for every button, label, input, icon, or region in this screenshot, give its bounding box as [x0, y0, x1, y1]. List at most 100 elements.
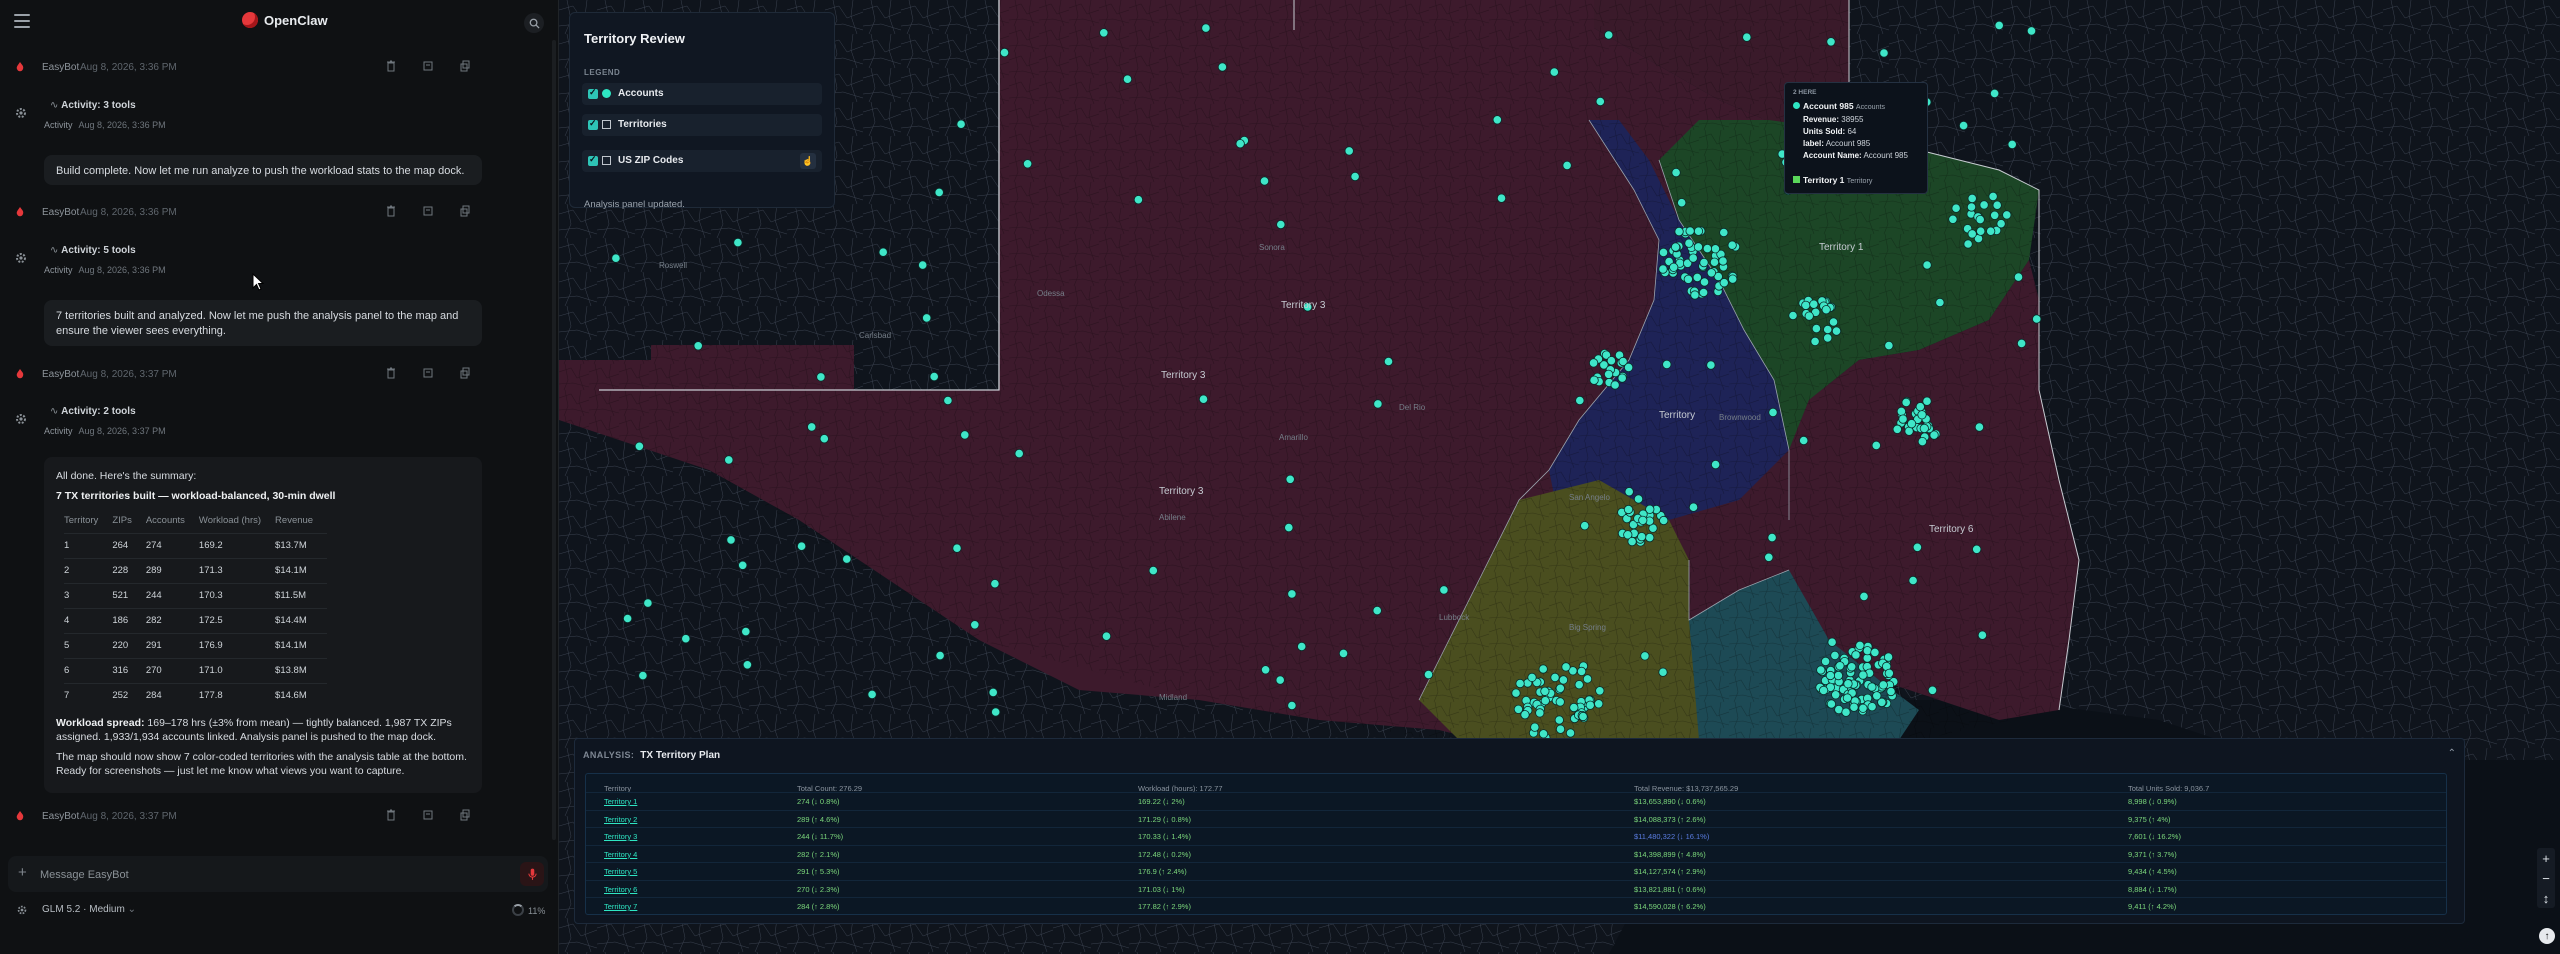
- account-dot[interactable]: [1884, 340, 1894, 351]
- account-dot[interactable]: [1624, 362, 1634, 372]
- account-dot[interactable]: [2032, 314, 2042, 324]
- account-dot[interactable]: [1867, 702, 1877, 712]
- copy-icon[interactable]: [460, 205, 470, 217]
- account-dot[interactable]: [1819, 685, 1829, 696]
- message-input[interactable]: [38, 865, 482, 885]
- compass-icon[interactable]: ↑: [2539, 928, 2555, 944]
- account-dot[interactable]: [1338, 648, 1349, 659]
- account-dot[interactable]: [1702, 244, 1713, 254]
- account-dot[interactable]: [1699, 257, 1709, 268]
- account-dot[interactable]: [1742, 32, 1752, 42]
- account-dot[interactable]: [918, 260, 928, 270]
- account-dot[interactable]: [1821, 656, 1831, 667]
- account-dot[interactable]: [1589, 375, 1599, 385]
- account-dot[interactable]: [1688, 502, 1699, 512]
- menu-icon[interactable]: [14, 14, 30, 28]
- account-dot[interactable]: [1842, 693, 1853, 703]
- account-dot[interactable]: [1099, 28, 1109, 38]
- account-dot[interactable]: [1878, 680, 1888, 690]
- account-dot[interactable]: [1693, 242, 1704, 252]
- account-dot[interactable]: [1919, 423, 1929, 433]
- activity-toggle[interactable]: Activity: 2 tools: [50, 406, 135, 417]
- account-dot[interactable]: [1538, 664, 1548, 674]
- account-dot[interactable]: [1990, 88, 2000, 99]
- account-dot[interactable]: [991, 707, 1001, 717]
- layer-territories[interactable]: Territories: [582, 114, 822, 136]
- account-dot[interactable]: [1627, 536, 1637, 547]
- account-dot[interactable]: [819, 434, 829, 444]
- account-dot[interactable]: [1595, 96, 1605, 107]
- account-dot[interactable]: [1831, 690, 1841, 700]
- account-dot[interactable]: [867, 689, 877, 700]
- account-dot[interactable]: [1990, 210, 2000, 220]
- account-dot[interactable]: [1835, 661, 1845, 671]
- account-dot[interactable]: [1217, 62, 1228, 72]
- account-dot[interactable]: [1883, 652, 1894, 662]
- account-dot[interactable]: [1284, 522, 1294, 533]
- account-dot[interactable]: [1727, 240, 1737, 250]
- account-dot[interactable]: [1527, 672, 1537, 683]
- territory-link[interactable]: Territory 3: [604, 832, 637, 841]
- account-dot[interactable]: [726, 535, 736, 545]
- account-dot[interactable]: [1967, 229, 1977, 239]
- account-dot[interactable]: [1260, 665, 1271, 675]
- account-dot[interactable]: [1917, 436, 1928, 447]
- map-view[interactable]: Territory 3 Territory 3 Territory 3 Territo…: [559, 0, 2560, 954]
- account-dot[interactable]: [1907, 419, 1917, 429]
- account-dot[interactable]: [1515, 678, 1525, 689]
- account-dot[interactable]: [1966, 202, 1977, 212]
- account-dot[interactable]: [1677, 198, 1687, 208]
- account-dot[interactable]: [1711, 459, 1721, 470]
- account-dot[interactable]: [2017, 338, 2027, 348]
- account-dot[interactable]: [807, 422, 817, 432]
- account-dot[interactable]: [1951, 203, 1961, 213]
- delete-icon[interactable]: [386, 205, 396, 217]
- chat-scrollbar[interactable]: [552, 40, 556, 840]
- account-dot[interactable]: [738, 560, 748, 570]
- account-dot[interactable]: [1285, 474, 1295, 484]
- territory-link[interactable]: Territory 1: [604, 797, 637, 806]
- account-dot[interactable]: [1927, 685, 1938, 695]
- account-dot[interactable]: [1728, 274, 1738, 284]
- account-dot[interactable]: [1022, 159, 1033, 169]
- account-dot[interactable]: [1825, 670, 1836, 681]
- account-dot[interactable]: [1561, 662, 1571, 672]
- account-dot[interactable]: [1565, 728, 1576, 738]
- account-dot[interactable]: [1623, 504, 1634, 515]
- account-dot[interactable]: [1671, 168, 1681, 178]
- account-dot[interactable]: [1658, 247, 1669, 257]
- save-icon[interactable]: [423, 367, 433, 379]
- account-dot[interactable]: [956, 119, 966, 129]
- account-dot[interactable]: [1562, 160, 1572, 170]
- save-icon[interactable]: [423, 60, 433, 72]
- territory-link[interactable]: Territory 4: [604, 850, 637, 859]
- account-dot[interactable]: [1569, 702, 1579, 713]
- account-dot[interactable]: [1201, 23, 1211, 33]
- account-dot[interactable]: [2002, 210, 2012, 220]
- account-dot[interactable]: [1658, 264, 1668, 274]
- copy-icon[interactable]: [460, 367, 470, 379]
- account-dot[interactable]: [1718, 256, 1728, 266]
- account-dot[interactable]: [970, 620, 980, 630]
- account-dot[interactable]: [1492, 115, 1502, 125]
- account-dot[interactable]: [1637, 532, 1647, 542]
- account-dot[interactable]: [1816, 665, 1826, 675]
- account-dot[interactable]: [1669, 262, 1679, 272]
- account-dot[interactable]: [1550, 672, 1560, 683]
- microphone-button[interactable]: [520, 862, 544, 886]
- account-dot[interactable]: [1574, 680, 1584, 690]
- account-dot[interactable]: [929, 371, 939, 382]
- account-dot[interactable]: [1870, 647, 1880, 658]
- account-dot[interactable]: [1684, 238, 1694, 248]
- account-dot[interactable]: [643, 598, 653, 608]
- account-dot[interactable]: [1439, 585, 1449, 595]
- account-dot[interactable]: [878, 247, 888, 257]
- account-dot[interactable]: [1624, 487, 1634, 497]
- account-dot[interactable]: [1555, 697, 1565, 707]
- account-dot[interactable]: [1554, 715, 1564, 725]
- account-dot[interactable]: [638, 670, 648, 681]
- account-dot[interactable]: [952, 543, 962, 553]
- account-dot[interactable]: [1690, 290, 1700, 300]
- account-dot[interactable]: [1259, 176, 1270, 186]
- account-dot[interactable]: [1585, 700, 1595, 710]
